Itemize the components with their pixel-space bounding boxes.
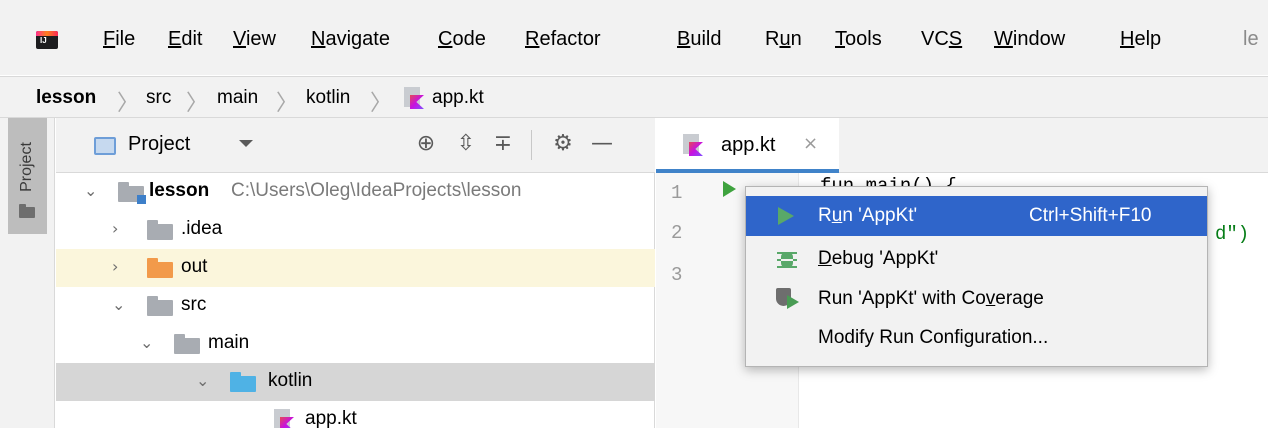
run-icon [778, 207, 794, 225]
navigation-bar: lesson 〉 src 〉 main 〉 kotlin 〉 app.kt [0, 76, 1268, 118]
project-toolbar: Project ⊕ ⇳ ∓ ⚙ — [56, 118, 655, 173]
expand-all-icon[interactable]: ⇳ [453, 131, 479, 157]
intellij-logo-icon: IJ [36, 31, 58, 49]
project-tool-window-button[interactable]: Project [8, 118, 47, 234]
menu-code[interactable]: Code [438, 28, 486, 51]
chevron-down-icon[interactable]: ⌄ [112, 295, 125, 314]
coverage-icon [776, 288, 800, 310]
editor-tab-bar: app.kt × [656, 118, 1268, 173]
window-title-fragment: le [1243, 28, 1259, 50]
tree-node-label: main [208, 332, 250, 353]
folder-icon [174, 334, 200, 354]
chevron-down-icon[interactable]: ⌄ [84, 181, 97, 200]
menu-bar: IJ File Edit View Navigate Code Refactor… [0, 0, 1268, 75]
menu-navigate[interactable]: Navigate [311, 28, 390, 51]
debug-appkt-menu-item[interactable]: Debug 'AppKt' [746, 239, 1207, 279]
tree-node-main[interactable]: ⌄ main [56, 325, 655, 363]
locate-icon[interactable]: ⊕ [413, 131, 439, 157]
menu-window[interactable]: Window [994, 28, 1065, 51]
breadcrumb-lesson[interactable]: lesson [36, 87, 96, 109]
breadcrumb-src[interactable]: src [146, 87, 171, 109]
breadcrumb-kotlin[interactable]: kotlin [306, 87, 350, 109]
tree-node-label: kotlin [268, 370, 313, 391]
breadcrumb-separator-icon: 〉 [117, 91, 140, 116]
project-view-icon [94, 137, 116, 155]
run-with-coverage-menu-item[interactable]: Run 'AppKt' with Coverage [746, 279, 1207, 319]
gear-icon[interactable]: ⚙ [550, 131, 576, 157]
folder-icon [19, 204, 35, 218]
popup-item-label: Debug 'AppKt' [818, 248, 939, 269]
tree-node-src[interactable]: ⌄ src [56, 287, 655, 325]
line-number: 1 [671, 182, 683, 204]
tree-node-app-kt[interactable]: app.kt [56, 401, 655, 428]
close-icon[interactable]: × [803, 133, 818, 154]
popup-item-shortcut: Ctrl+Shift+F10 [1029, 205, 1152, 226]
folder-icon [147, 220, 173, 240]
excluded-folder-icon [147, 258, 173, 278]
breadcrumb-app-kt[interactable]: app.kt [432, 87, 484, 109]
chevron-right-icon[interactable]: › [112, 219, 118, 238]
kotlin-file-icon [404, 87, 428, 109]
line-number: 2 [671, 222, 683, 244]
popup-item-label: Run 'AppKt' [818, 205, 918, 226]
chevron-down-icon[interactable]: ⌄ [196, 371, 209, 390]
module-folder-icon [118, 182, 146, 204]
tree-node-idea[interactable]: › .idea [56, 211, 655, 249]
tree-node-out[interactable]: › out [56, 249, 655, 287]
tree-node-label: out [181, 256, 208, 277]
modify-run-configuration-menu-item[interactable]: Modify Run Configuration... [746, 318, 1207, 358]
popup-item-label: Modify Run Configuration... [818, 327, 1049, 348]
menu-edit[interactable]: Edit [168, 28, 202, 51]
run-appkt-menu-item[interactable]: Run 'AppKt' Ctrl+Shift+F10 [746, 196, 1207, 236]
kotlin-file-icon [683, 134, 707, 156]
menu-help[interactable]: Help [1120, 28, 1161, 51]
chevron-right-icon[interactable]: › [112, 257, 118, 276]
menu-refactor[interactable]: Refactor [525, 28, 601, 51]
breadcrumb-separator-icon: 〉 [186, 91, 209, 116]
chevron-down-icon[interactable]: ⌄ [140, 333, 153, 352]
tree-node-label: lesson [149, 180, 210, 201]
menu-vcs[interactable]: VCS [921, 28, 962, 51]
menu-run[interactable]: Run [765, 28, 802, 51]
menu-tools[interactable]: Tools [835, 28, 882, 51]
hide-icon[interactable]: — [589, 131, 615, 157]
source-folder-icon [230, 372, 256, 392]
tab-label: app.kt [721, 134, 776, 156]
code-line-2-tail: d") [1215, 223, 1250, 245]
tree-node-label: app.kt [305, 408, 357, 428]
debug-icon [777, 248, 797, 270]
menu-file[interactable]: File [103, 28, 135, 51]
tab-app-kt[interactable]: app.kt × [656, 118, 839, 173]
project-stripe-label: Project [18, 142, 35, 192]
menu-view[interactable]: View [233, 28, 276, 51]
folder-icon [147, 296, 173, 316]
breadcrumb-main[interactable]: main [217, 87, 258, 109]
project-panel: Project ⊕ ⇳ ∓ ⚙ — ⌄ lesson C:\Users\Oleg… [56, 118, 655, 428]
line-number: 3 [671, 264, 683, 286]
menu-build[interactable]: Build [677, 28, 721, 51]
tree-node-label: src [181, 294, 207, 315]
breadcrumb-separator-icon: 〉 [370, 91, 393, 116]
project-view-selector[interactable]: Project [128, 133, 190, 156]
tree-node-lesson[interactable]: ⌄ lesson C:\Users\Oleg\IdeaProjects\less… [56, 173, 655, 211]
collapse-all-icon[interactable]: ∓ [490, 131, 516, 157]
toolbar-divider [531, 130, 532, 160]
popup-item-label: Run 'AppKt' with Coverage [818, 288, 1044, 309]
tree-node-label: .idea [181, 218, 223, 239]
tree-node-path: C:\Users\Oleg\IdeaProjects\lesson [231, 180, 522, 201]
breadcrumb-separator-icon: 〉 [276, 91, 299, 116]
tree-node-kotlin[interactable]: ⌄ kotlin [56, 363, 655, 401]
tool-window-stripe: Project [0, 118, 55, 428]
run-gutter-icon[interactable] [723, 181, 736, 197]
run-context-popup: Run 'AppKt' Ctrl+Shift+F10 Debug 'AppKt'… [745, 186, 1208, 367]
chevron-down-icon[interactable] [239, 140, 253, 147]
kotlin-file-icon [274, 409, 298, 428]
